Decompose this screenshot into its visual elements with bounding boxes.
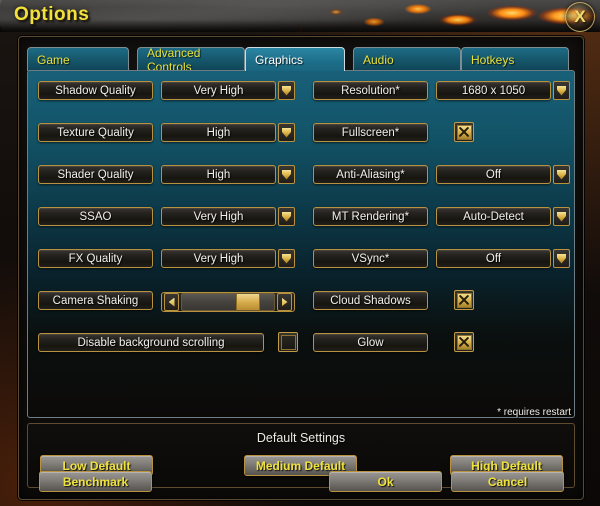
title-bar-shadow-overlay	[0, 0, 600, 32]
setting-value-anti-aliasing[interactable]: Off	[436, 165, 551, 184]
checkbox-mark	[280, 334, 296, 350]
default-settings-title: Default Settings	[256, 431, 346, 445]
chevron-down-icon-vsync[interactable]	[553, 249, 570, 268]
chevron-down-icon-texture-quality[interactable]	[278, 123, 295, 142]
tab-game[interactable]: Game	[27, 47, 129, 71]
chevron-down-icon-ssao[interactable]	[278, 207, 295, 226]
checkbox-disable-background-scrolling[interactable]	[278, 332, 298, 352]
setting-value-mt-rendering[interactable]: Auto-Detect	[436, 207, 551, 226]
setting-label-anti-aliasing[interactable]: Anti-Aliasing*	[313, 165, 428, 184]
setting-label-disable-background-scrolling[interactable]: Disable background scrolling	[38, 333, 264, 352]
slider-track[interactable]	[181, 293, 275, 311]
tab-label: Hotkeys	[471, 52, 515, 67]
setting-value-vsync[interactable]: Off	[436, 249, 551, 268]
chevron-down-icon-anti-aliasing[interactable]	[553, 165, 570, 184]
setting-label-resolution[interactable]: Resolution*	[313, 81, 428, 100]
title-bar: Options X	[0, 0, 600, 32]
setting-label-fullscreen[interactable]: Fullscreen*	[313, 123, 428, 142]
setting-label-glow[interactable]: Glow	[313, 333, 428, 352]
close-icon[interactable]: X	[565, 2, 595, 32]
chevron-down-icon-fx-quality[interactable]	[278, 249, 295, 268]
tab-audio[interactable]: Audio	[353, 47, 461, 71]
setting-label-fx-quality[interactable]: FX Quality	[38, 249, 153, 268]
tab-label: Graphics	[255, 52, 304, 67]
checkbox-mark	[456, 292, 472, 308]
tab-hotkeys[interactable]: Hotkeys	[461, 47, 569, 71]
restart-note: * requires restart	[497, 407, 571, 418]
tab-label: Game	[37, 52, 70, 67]
graphics-settings-panel: Shadow Quality Very High Texture Quality Hi…	[27, 70, 575, 418]
checkbox-cloud-shadows[interactable]	[454, 290, 474, 310]
checkbox-mark	[456, 124, 472, 140]
slider-decrease-icon[interactable]	[164, 293, 179, 311]
checkbox-fullscreen[interactable]	[454, 122, 474, 142]
benchmark-button[interactable]: Benchmark	[39, 471, 152, 492]
tab-advanced-controls[interactable]: Advanced Controls	[137, 46, 245, 74]
chevron-down-icon-shadow-quality[interactable]	[278, 81, 295, 100]
setting-value-fx-quality[interactable]: Very High	[161, 249, 276, 268]
setting-value-texture-quality[interactable]: High	[161, 123, 276, 142]
chevron-down-icon-mt-rendering[interactable]	[553, 207, 570, 226]
cancel-button[interactable]: Cancel	[451, 471, 564, 492]
setting-label-shader-quality[interactable]: Shader Quality	[38, 165, 153, 184]
tab-strip: Game Advanced Controls Graphics Audio Hotkey…	[27, 46, 575, 74]
chevron-down-icon-resolution[interactable]	[553, 81, 570, 100]
setting-label-ssao[interactable]: SSAO	[38, 207, 153, 226]
slider-increase-icon[interactable]	[277, 293, 292, 311]
setting-value-ssao[interactable]: Very High	[161, 207, 276, 226]
checkbox-glow[interactable]	[454, 332, 474, 352]
slider-camera-shaking[interactable]	[161, 292, 295, 312]
tab-label: Audio	[363, 52, 394, 67]
setting-label-mt-rendering[interactable]: MT Rendering*	[313, 207, 428, 226]
slider-handle[interactable]	[236, 294, 261, 310]
setting-value-shadow-quality[interactable]: Very High	[161, 81, 276, 100]
checkbox-mark	[456, 334, 472, 350]
setting-value-shader-quality[interactable]: High	[161, 165, 276, 184]
ok-button[interactable]: Ok	[329, 471, 442, 492]
setting-label-shadow-quality[interactable]: Shadow Quality	[38, 81, 153, 100]
tab-graphics[interactable]: Graphics	[245, 47, 345, 71]
setting-label-vsync[interactable]: VSync*	[313, 249, 428, 268]
setting-label-camera-shaking[interactable]: Camera Shaking	[38, 291, 153, 310]
window-title: Options	[14, 4, 90, 25]
setting-label-cloud-shadows[interactable]: Cloud Shadows	[313, 291, 428, 310]
chevron-down-icon-shader-quality[interactable]	[278, 165, 295, 184]
setting-label-texture-quality[interactable]: Texture Quality	[38, 123, 153, 142]
options-window: Game Advanced Controls Graphics Audio Hotkey…	[18, 36, 584, 500]
setting-value-resolution[interactable]: 1680 x 1050	[436, 81, 551, 100]
